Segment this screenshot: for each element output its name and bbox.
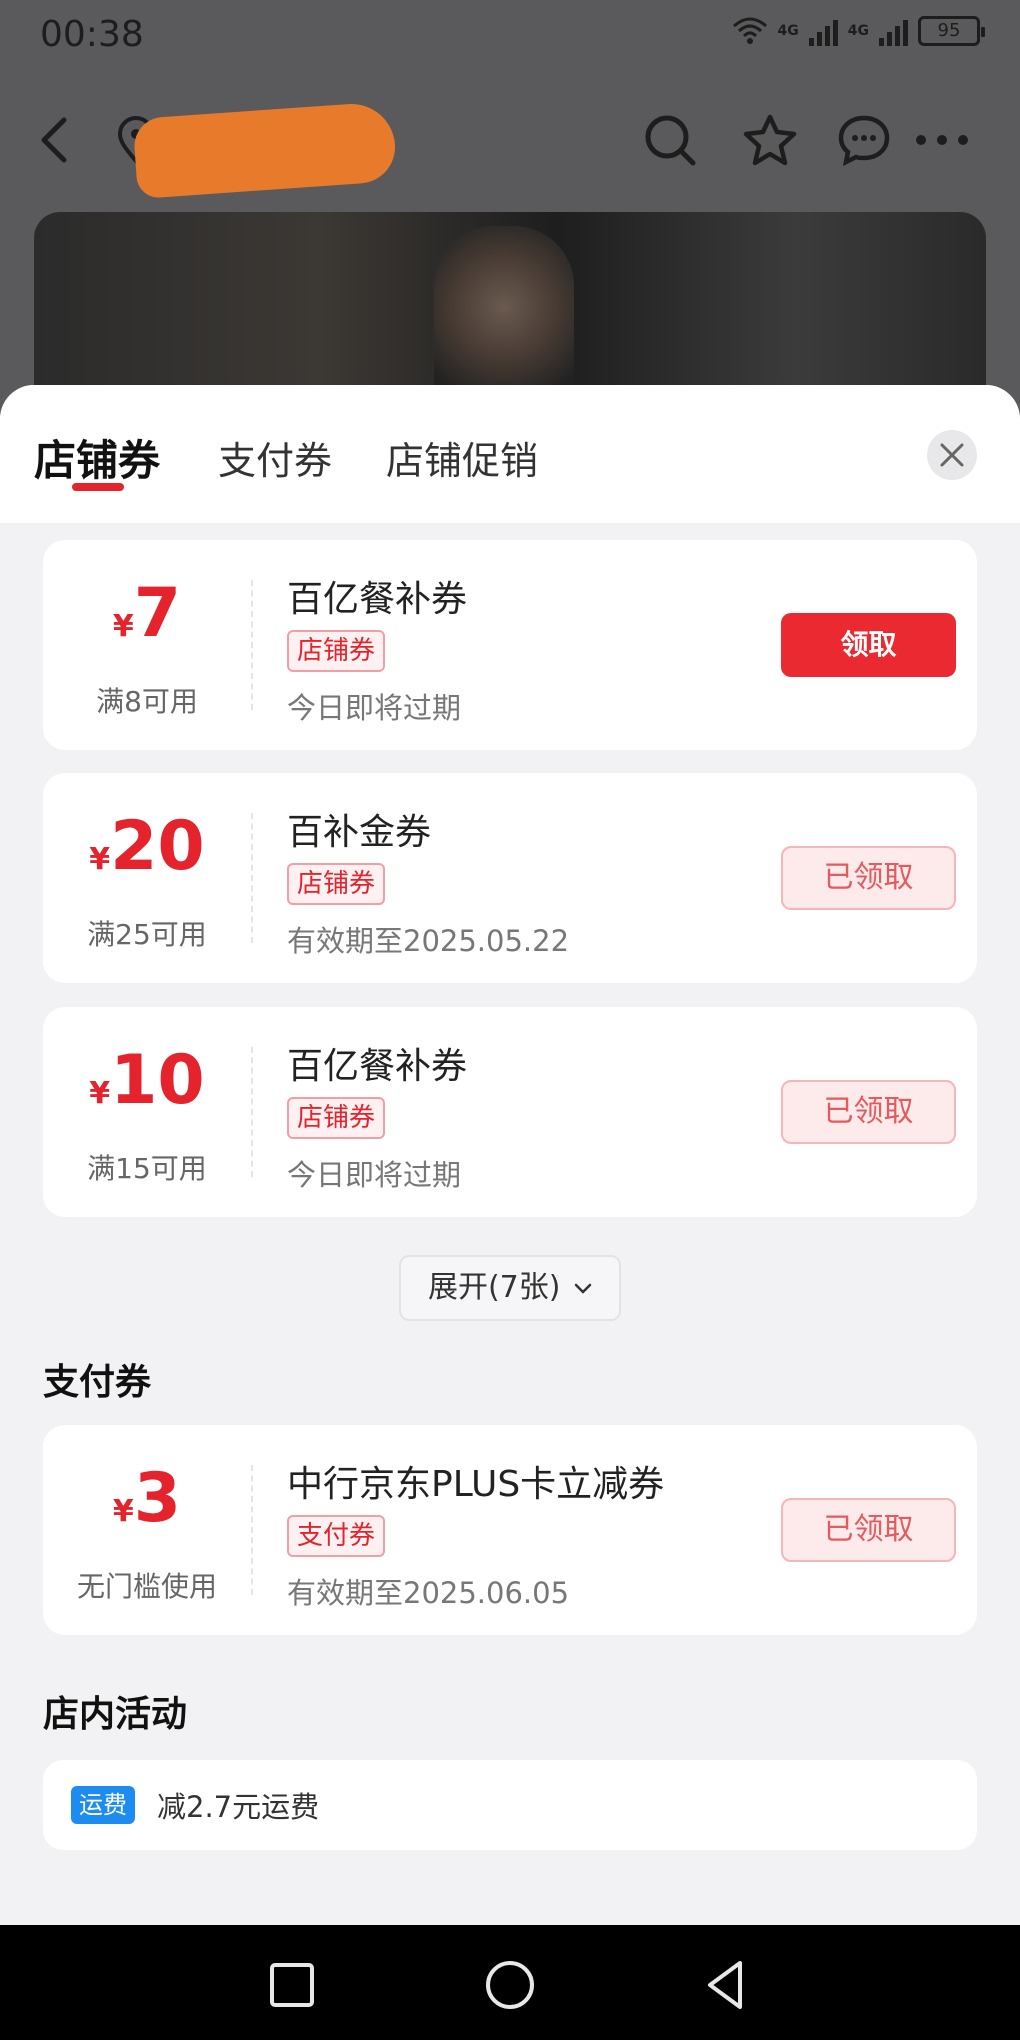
more-icon[interactable] [912,110,972,170]
square-icon [270,1963,314,2007]
divider [251,1465,253,1595]
coupon-expiry: 今日即将过期 [287,1158,462,1192]
signal-bars-icon [808,16,838,46]
coupon-amount: ¥20 [43,813,251,881]
coupon-condition: 满15可用 [87,1152,207,1185]
coupon-tag: 店铺券 [287,630,386,672]
coupon-title: 中行京东PLUS卡立减券 [287,1464,665,1505]
coupon-card: ¥20 满25可用 百补金券 店铺券 有效期至2025.05.22 已领取 [43,773,977,983]
claimed-button[interactable]: 已领取 [781,1080,956,1144]
coupon-value-block: ¥3 无门槛使用 [43,1425,251,1635]
activity-item: 运费 减2.7元运费 [43,1760,977,1850]
banner-photo [434,226,574,406]
back-icon[interactable] [24,110,84,170]
tab-store-coupon[interactable]: 店铺券 [34,427,160,488]
signal-label-2: 4G [847,23,869,39]
store-banner [34,212,986,412]
recents-button[interactable] [262,1955,322,2015]
coupon-card: ¥7 满8可用 百亿餐补券 店铺券 今日即将过期 领取 [43,540,977,750]
coupon-expiry: 有效期至2025.06.05 [287,1576,570,1610]
coupon-value-block: ¥10 满15可用 [43,1007,251,1217]
status-time: 00:38 [40,14,144,55]
coupon-expiry: 有效期至2025.05.22 [287,924,570,958]
coupon-title: 百补金券 [287,812,432,853]
coupon-title: 百亿餐补券 [287,1046,468,1087]
coupon-condition: 无门槛使用 [76,1570,217,1603]
coupon-amount: ¥7 [43,580,251,648]
chat-icon[interactable] [834,110,894,170]
claim-button[interactable]: 领取 [781,613,956,677]
coupon-amount-value: 20 [110,807,205,886]
coupon-condition: 满25可用 [87,918,207,951]
close-icon [940,443,964,467]
coupon-value-block: ¥7 满8可用 [43,540,251,750]
back-nav-button[interactable] [696,1955,756,2015]
coupon-amount-value: 7 [133,574,182,653]
coupon-tag: 店铺券 [287,1097,386,1139]
expand-button[interactable]: 展开(7张) [399,1255,621,1321]
claimed-button[interactable]: 已领取 [781,846,956,910]
coupon-condition: 满8可用 [96,685,198,718]
sheet-header: 店铺券 支付券 店铺促销 [0,385,1020,523]
activity-text: 减2.7元运费 [157,1790,320,1824]
coupon-tag: 支付券 [287,1515,386,1557]
section-title-activity: 店内活动 [43,1694,188,1735]
tab-payment-coupon[interactable]: 支付券 [218,430,332,485]
signal-bars-icon [879,16,908,46]
battery-indicator: 95 [918,16,985,46]
activity-tag: 运费 [71,1786,135,1824]
expand-label: 展开(7张) [427,1270,561,1305]
system-nav-bar [0,1925,1020,2040]
star-icon[interactable] [740,110,800,170]
active-tab-indicator [72,483,124,491]
home-button[interactable] [480,1955,540,2015]
wifi-icon [732,17,767,44]
triangle-back-icon [708,1961,742,2009]
status-icons: 4G 4G 95 [732,16,985,46]
coupon-tag: 店铺券 [287,863,386,905]
coupon-amount-value: 10 [110,1041,205,1120]
currency-symbol: ¥ [112,609,134,644]
status-bar: 00:38 4G 4G 95 [0,0,1020,70]
coupon-amount: ¥3 [43,1465,251,1533]
coupon-card: ¥10 满15可用 百亿餐补券 店铺券 今日即将过期 已领取 [43,1007,977,1217]
chevron-down-icon [574,1283,592,1294]
divider [251,813,253,943]
close-button[interactable] [927,430,977,480]
claimed-button[interactable]: 已领取 [781,1498,956,1562]
currency-symbol: ¥ [112,1494,134,1529]
coupon-title: 百亿餐补券 [287,579,468,620]
coupon-card: ¥3 无门槛使用 中行京东PLUS卡立减券 支付券 有效期至2025.06.05… [43,1425,977,1635]
coupon-expiry: 今日即将过期 [287,691,462,725]
divider [251,580,253,710]
circle-icon [486,1961,534,2009]
signal-label-1: 4G [777,23,799,39]
currency-symbol: ¥ [89,842,111,877]
section-title-payment: 支付券 [43,1362,152,1403]
coupon-amount: ¥10 [43,1047,251,1115]
currency-symbol: ¥ [89,1076,111,1111]
search-icon[interactable] [640,110,700,170]
divider [251,1047,253,1177]
coupon-amount-value: 3 [133,1459,182,1538]
coupon-sheet: 店铺券 支付券 店铺促销 ¥7 满8可用 百亿餐补券 店铺券 今日即将过期 领取… [0,385,1020,1925]
tab-store-promotion[interactable]: 店铺促销 [386,430,538,485]
coupon-value-block: ¥20 满25可用 [43,773,251,983]
